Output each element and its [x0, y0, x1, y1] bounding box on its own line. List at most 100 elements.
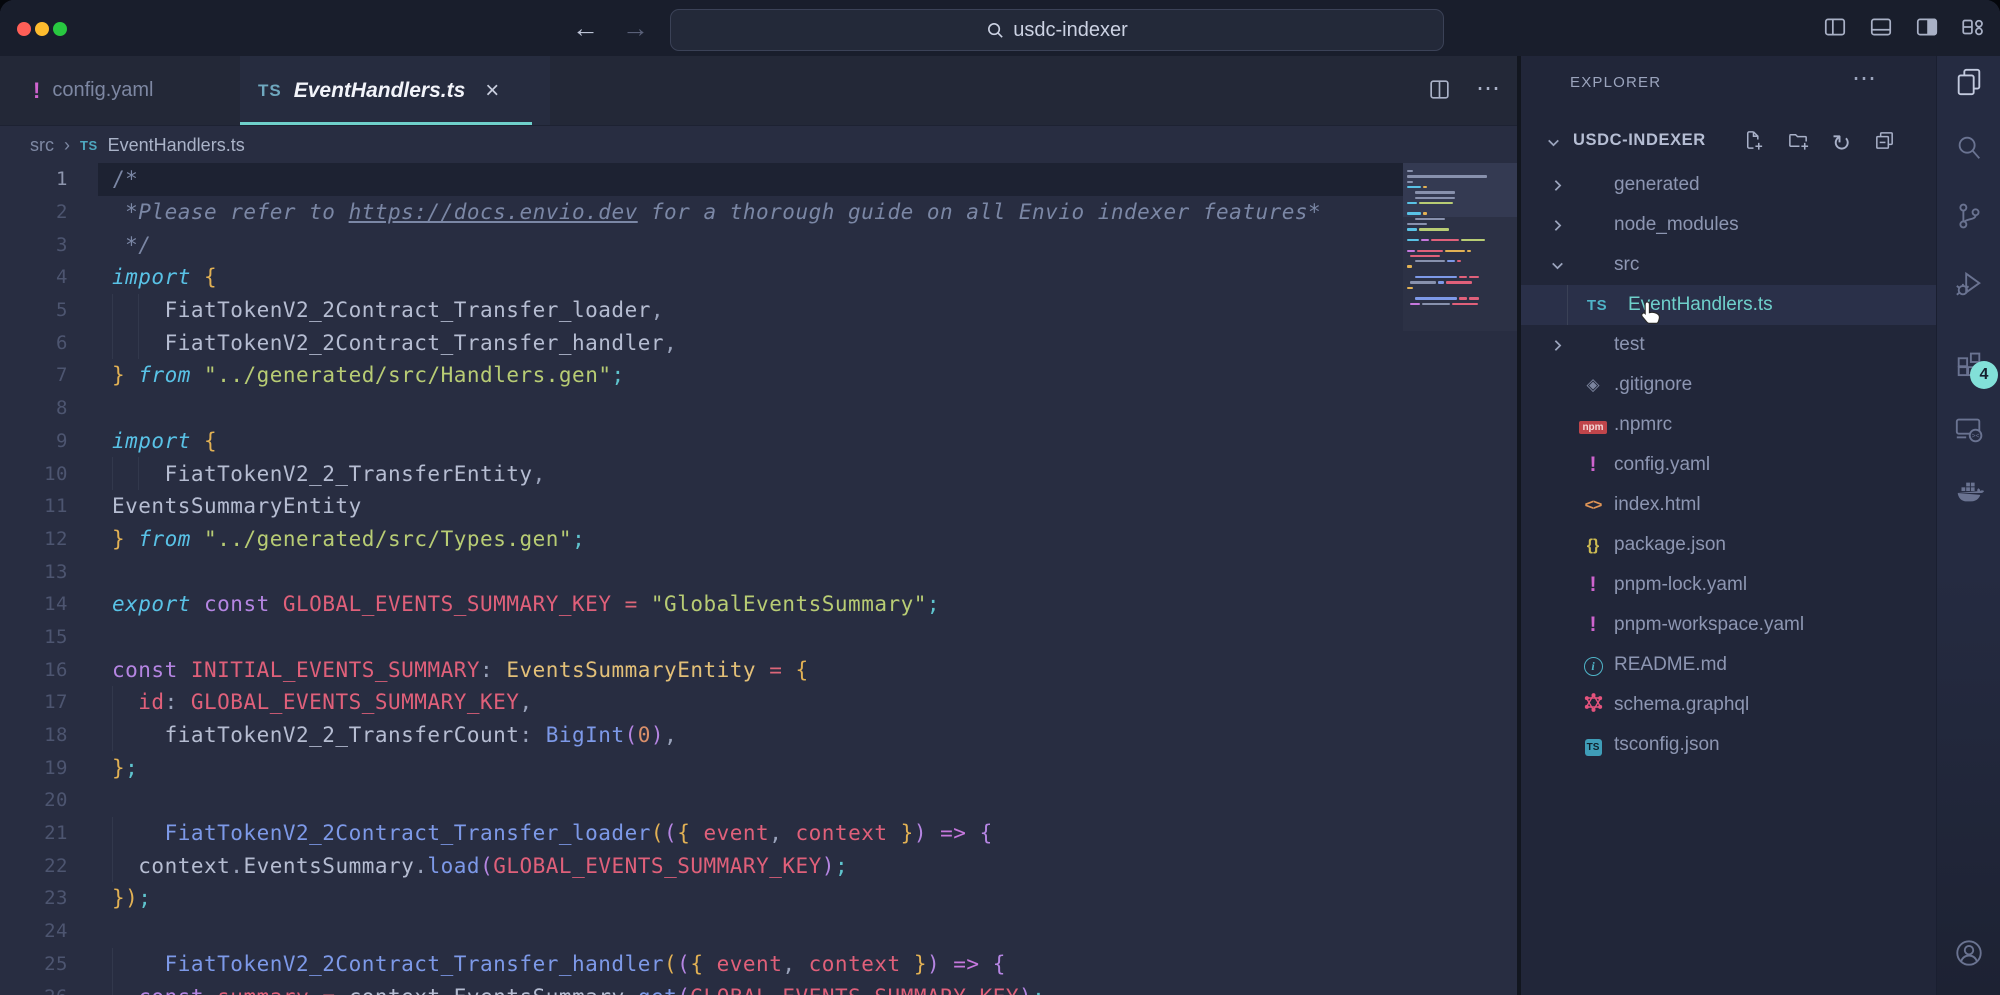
tab-eventhandlers-ts[interactable]: TS EventHandlers.ts ×	[240, 56, 550, 125]
code-text: } from "../generated/src/Handlers.gen";	[88, 363, 625, 387]
code-line-26[interactable]: 26 const summary = context.EventsSummary…	[0, 980, 1518, 995]
code-line-10[interactable]: 10 FiatTokenV2_2_TransferEntity,	[0, 457, 1518, 490]
minimap-line	[1457, 260, 1461, 262]
minimap-line	[1469, 297, 1479, 299]
views-more-actions-icon[interactable]: ⋯	[1852, 64, 1876, 93]
code-line-1[interactable]: 1/*	[0, 163, 1518, 196]
file-item-pnpm-workspace.yaml[interactable]: !pnpm-workspace.yaml	[1521, 605, 1936, 645]
minimap-line	[1407, 228, 1417, 230]
window-close-button[interactable]	[17, 22, 31, 36]
folder-item-generated[interactable]: generated	[1521, 165, 1936, 205]
minimap[interactable]	[1403, 163, 1517, 331]
new-file-icon[interactable]	[1742, 129, 1765, 157]
code-line-25[interactable]: 25 FiatTokenV2_2Contract_Transfer_handle…	[0, 948, 1518, 981]
code-line-16[interactable]: 16const INITIAL_EVENTS_SUMMARY: EventsSu…	[0, 653, 1518, 686]
file-item-.gitignore[interactable]: ◈.gitignore	[1521, 365, 1936, 405]
folder-item-src[interactable]: src	[1521, 245, 1936, 285]
minimap-line	[1419, 202, 1453, 204]
breadcrumb-file[interactable]: EventHandlers.ts	[108, 135, 245, 156]
code-line-2[interactable]: 2 *Please refer to https://docs.envio.de…	[0, 196, 1518, 229]
window-minimize-button[interactable]	[35, 22, 49, 36]
file-item-config.yaml[interactable]: !config.yaml	[1521, 445, 1936, 485]
search-activity-search-icon[interactable]	[1954, 133, 1984, 163]
chevron-right-icon	[1549, 337, 1566, 360]
project-root-row[interactable]: USDC-INDEXER ↻	[1521, 122, 1936, 164]
code-line-24[interactable]: 24	[0, 915, 1518, 948]
line-number: 1	[0, 168, 88, 190]
code-line-12[interactable]: 12} from "../generated/src/Types.gen";	[0, 523, 1518, 556]
code-line-9[interactable]: 9import {	[0, 425, 1518, 458]
line-number: 3	[0, 234, 88, 256]
explorer-activity-files-icon[interactable]	[1954, 67, 1984, 97]
minimap-line	[1467, 250, 1471, 252]
file-item-pnpm-lock.yaml[interactable]: !pnpm-lock.yaml	[1521, 565, 1936, 605]
code-line-20[interactable]: 20	[0, 784, 1518, 817]
minimap-line	[1407, 212, 1421, 214]
line-number: 20	[0, 789, 88, 811]
collapse-all-icon[interactable]	[1873, 129, 1896, 157]
code-text: */	[88, 233, 151, 257]
window-zoom-button[interactable]	[53, 22, 67, 36]
accounts-account-icon[interactable]	[1954, 938, 1984, 968]
toggle-secondary-sidebar-icon[interactable]	[1914, 14, 1940, 45]
customize-layout-icon[interactable]	[1960, 14, 1986, 45]
chevron-right-icon	[1549, 217, 1566, 240]
file-item-tsconfig.json[interactable]: TStsconfig.json	[1521, 725, 1936, 765]
breadcrumb: src › TS EventHandlers.ts	[0, 126, 1518, 165]
minimap-slider[interactable]	[1403, 163, 1517, 217]
graphql-file-icon	[1579, 693, 1607, 718]
file-item-EventHandlers.ts[interactable]: TSEventHandlers.ts	[1521, 285, 1936, 325]
folder-item-test[interactable]: test	[1521, 325, 1936, 365]
run-and-debug-activity-debug-icon[interactable]	[1954, 269, 1984, 299]
new-folder-icon[interactable]	[1787, 129, 1810, 157]
toggle-panel-icon[interactable]	[1868, 14, 1894, 45]
tab-config-yaml[interactable]: ! config.yaml	[25, 56, 218, 125]
source-control-activity-git-branch-icon[interactable]	[1954, 201, 1984, 231]
code-line-6[interactable]: 6 FiatTokenV2_2Contract_Transfer_handler…	[0, 326, 1518, 359]
file-item-schema.graphql[interactable]: schema.graphql	[1521, 685, 1936, 725]
code-line-13[interactable]: 13	[0, 555, 1518, 588]
code-line-21[interactable]: 21 FiatTokenV2_2Contract_Transfer_loader…	[0, 817, 1518, 850]
file-item-README.md[interactable]: iREADME.md	[1521, 645, 1936, 685]
code-line-22[interactable]: 22 context.EventsSummary.load(GLOBAL_EVE…	[0, 849, 1518, 882]
code-line-7[interactable]: 7} from "../generated/src/Handlers.gen";	[0, 359, 1518, 392]
yaml-alert-icon: !	[33, 78, 40, 104]
code-line-8[interactable]: 8	[0, 392, 1518, 425]
minimap-line	[1415, 276, 1457, 278]
file-item-.npmrc[interactable]: npm.npmrc	[1521, 405, 1936, 445]
code-line-14[interactable]: 14export const GLOBAL_EVENTS_SUMMARY_KEY…	[0, 588, 1518, 621]
code-line-4[interactable]: 4import {	[0, 261, 1518, 294]
file-item-index.html[interactable]: <>index.html	[1521, 485, 1936, 525]
code-line-3[interactable]: 3 */	[0, 228, 1518, 261]
code-editor[interactable]: 1/*2 *Please refer to https://docs.envio…	[0, 163, 1518, 995]
folder-item-node_modules[interactable]: node_modules	[1521, 205, 1936, 245]
indent-guide	[112, 686, 113, 719]
command-center-search[interactable]: usdc-indexer	[670, 9, 1444, 51]
line-number: 5	[0, 299, 88, 321]
toggle-primary-sidebar-icon[interactable]	[1822, 14, 1848, 45]
remote-explorer-activity-remote-icon[interactable]: ><	[1954, 413, 1984, 443]
breadcrumb-folder[interactable]: src	[30, 135, 54, 156]
minimap-line	[1407, 175, 1487, 177]
more-actions-icon[interactable]: ⋯	[1476, 74, 1500, 104]
code-line-5[interactable]: 5 FiatTokenV2_2Contract_Transfer_loader,	[0, 294, 1518, 327]
code-line-18[interactable]: 18 fiatTokenV2_2_TransferCount: BigInt(0…	[0, 719, 1518, 752]
file-item-package.json[interactable]: {}package.json	[1521, 525, 1936, 565]
code-line-15[interactable]: 15	[0, 621, 1518, 654]
line-number: 15	[0, 626, 88, 648]
code-line-19[interactable]: 19};	[0, 751, 1518, 784]
file-label: package.json	[1614, 534, 1726, 556]
code-line-17[interactable]: 17 id: GLOBAL_EVENTS_SUMMARY_KEY,	[0, 686, 1518, 719]
code-line-11[interactable]: 11EventsSummaryEntity	[0, 490, 1518, 523]
editor-area: ! config.yaml TS EventHandlers.ts × ⋯ sr…	[0, 56, 1518, 995]
history-forward-icon[interactable]: →	[622, 12, 649, 44]
history-back-icon[interactable]: ←	[572, 12, 599, 44]
code-line-23[interactable]: 23});	[0, 882, 1518, 915]
tab-close-icon[interactable]: ×	[485, 77, 499, 105]
refresh-icon[interactable]: ↻	[1832, 131, 1851, 156]
code-text: const INITIAL_EVENTS_SUMMARY: EventsSumm…	[88, 658, 809, 682]
split-editor-icon[interactable]	[1427, 77, 1452, 102]
docker-activity-docker-icon[interactable]	[1954, 477, 1984, 507]
line-number: 26	[0, 986, 88, 995]
chevron-down-icon	[1545, 134, 1562, 156]
